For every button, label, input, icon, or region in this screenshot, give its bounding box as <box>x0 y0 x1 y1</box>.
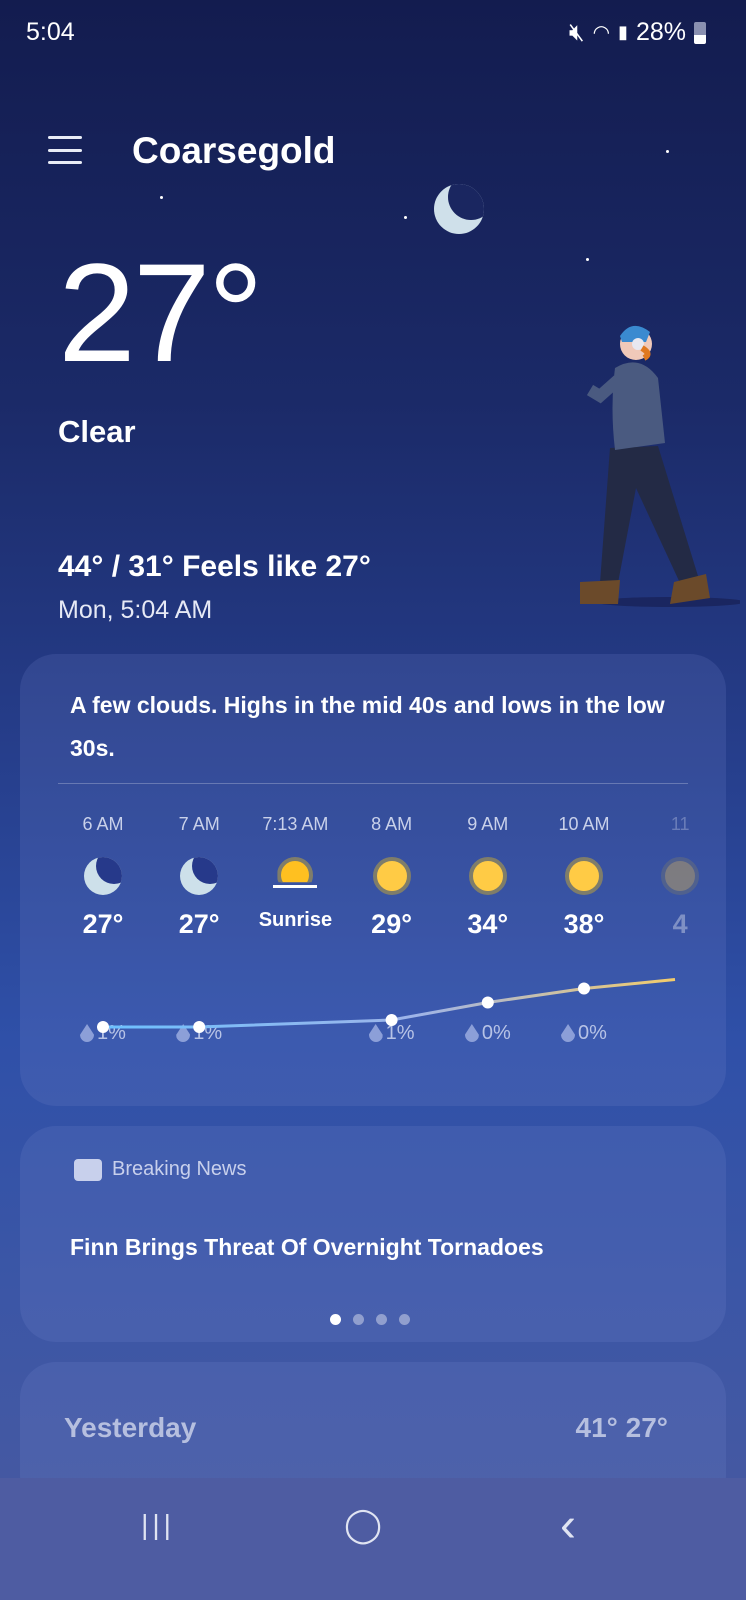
page-indicator[interactable] <box>330 1314 410 1325</box>
hour-temp: 27° <box>178 909 220 939</box>
mute-icon: 🔇︎ <box>568 18 585 46</box>
sun-icon <box>372 857 411 895</box>
hamburger-icon[interactable] <box>48 136 82 164</box>
hour-label: 10 AM <box>558 814 610 834</box>
battery-percent: 28% <box>635 18 686 46</box>
sun-icon <box>661 857 700 895</box>
date-time: Mon, 5:04 AM <box>58 596 213 624</box>
home-button[interactable]: ◯ <box>333 1505 393 1545</box>
signal-icon: ▮ <box>618 22 628 42</box>
sun-icon <box>565 857 603 895</box>
temperature-point <box>193 1021 206 1033</box>
hour-temp: 38° <box>563 909 605 939</box>
yesterday-label: Yesterday <box>64 1412 197 1443</box>
hour-temp: Sunrise <box>258 909 333 931</box>
current-condition: Clear <box>58 414 136 449</box>
temperature-point <box>578 982 590 995</box>
walking-person-illustration <box>580 325 740 607</box>
city-name[interactable]: Coarsegold <box>132 130 336 172</box>
moon-icon <box>84 857 122 895</box>
hour-temp: 27° <box>82 909 124 939</box>
hour-label: 8 AM <box>371 814 413 834</box>
moon-illustration <box>434 184 484 234</box>
current-temperature: 27° <box>58 234 264 391</box>
hour-temp: 29° <box>371 909 413 939</box>
hour-label: 7:13 AM <box>262 814 329 834</box>
divider <box>58 783 688 784</box>
forecast-summary: A few clouds. Highs in the mid 40s and l… <box>70 692 665 761</box>
battery-icon <box>694 21 706 44</box>
hour-label: 7 AM <box>178 814 220 834</box>
page-dot[interactable] <box>399 1314 410 1325</box>
hour-label: 11 <box>670 814 690 834</box>
moon-icon <box>180 857 219 895</box>
star <box>160 196 163 199</box>
back-button[interactable]: ‹ <box>538 1499 598 1552</box>
yesterday-temps: 41° 27° <box>575 1412 668 1443</box>
sunrise-icon <box>273 857 318 895</box>
hour-label: 9 AM <box>467 814 509 834</box>
news-label: Breaking News <box>112 1158 247 1180</box>
page-dot[interactable] <box>330 1314 341 1325</box>
temperature-point <box>385 1014 398 1026</box>
star <box>666 150 669 153</box>
status-icons: 🔇︎ ◠ ▮ 28% <box>569 18 706 47</box>
hour-label: 6 AM <box>82 814 124 834</box>
hour-temp: 34° <box>467 909 509 939</box>
hour-temp: 4 <box>672 909 688 939</box>
page-dot[interactable] <box>353 1314 364 1325</box>
temperature-graph <box>97 978 676 1033</box>
news-headline[interactable]: Finn Brings Threat Of Overnight Tornadoe… <box>70 1234 544 1261</box>
newspaper-icon <box>74 1158 102 1181</box>
recents-button[interactable]: ||| <box>128 1505 188 1545</box>
star <box>404 216 407 219</box>
star <box>586 258 589 261</box>
wifi-icon: ◠ <box>592 22 611 44</box>
news-header: Breaking News <box>74 1158 247 1181</box>
page-dot[interactable] <box>376 1314 387 1325</box>
sun-icon <box>468 857 507 895</box>
temperature-point <box>97 1021 109 1033</box>
status-time: 5:04 <box>26 18 75 46</box>
high-low-feels-like: 44° / 31° Feels like 27° <box>58 550 371 583</box>
temperature-point <box>481 996 494 1009</box>
